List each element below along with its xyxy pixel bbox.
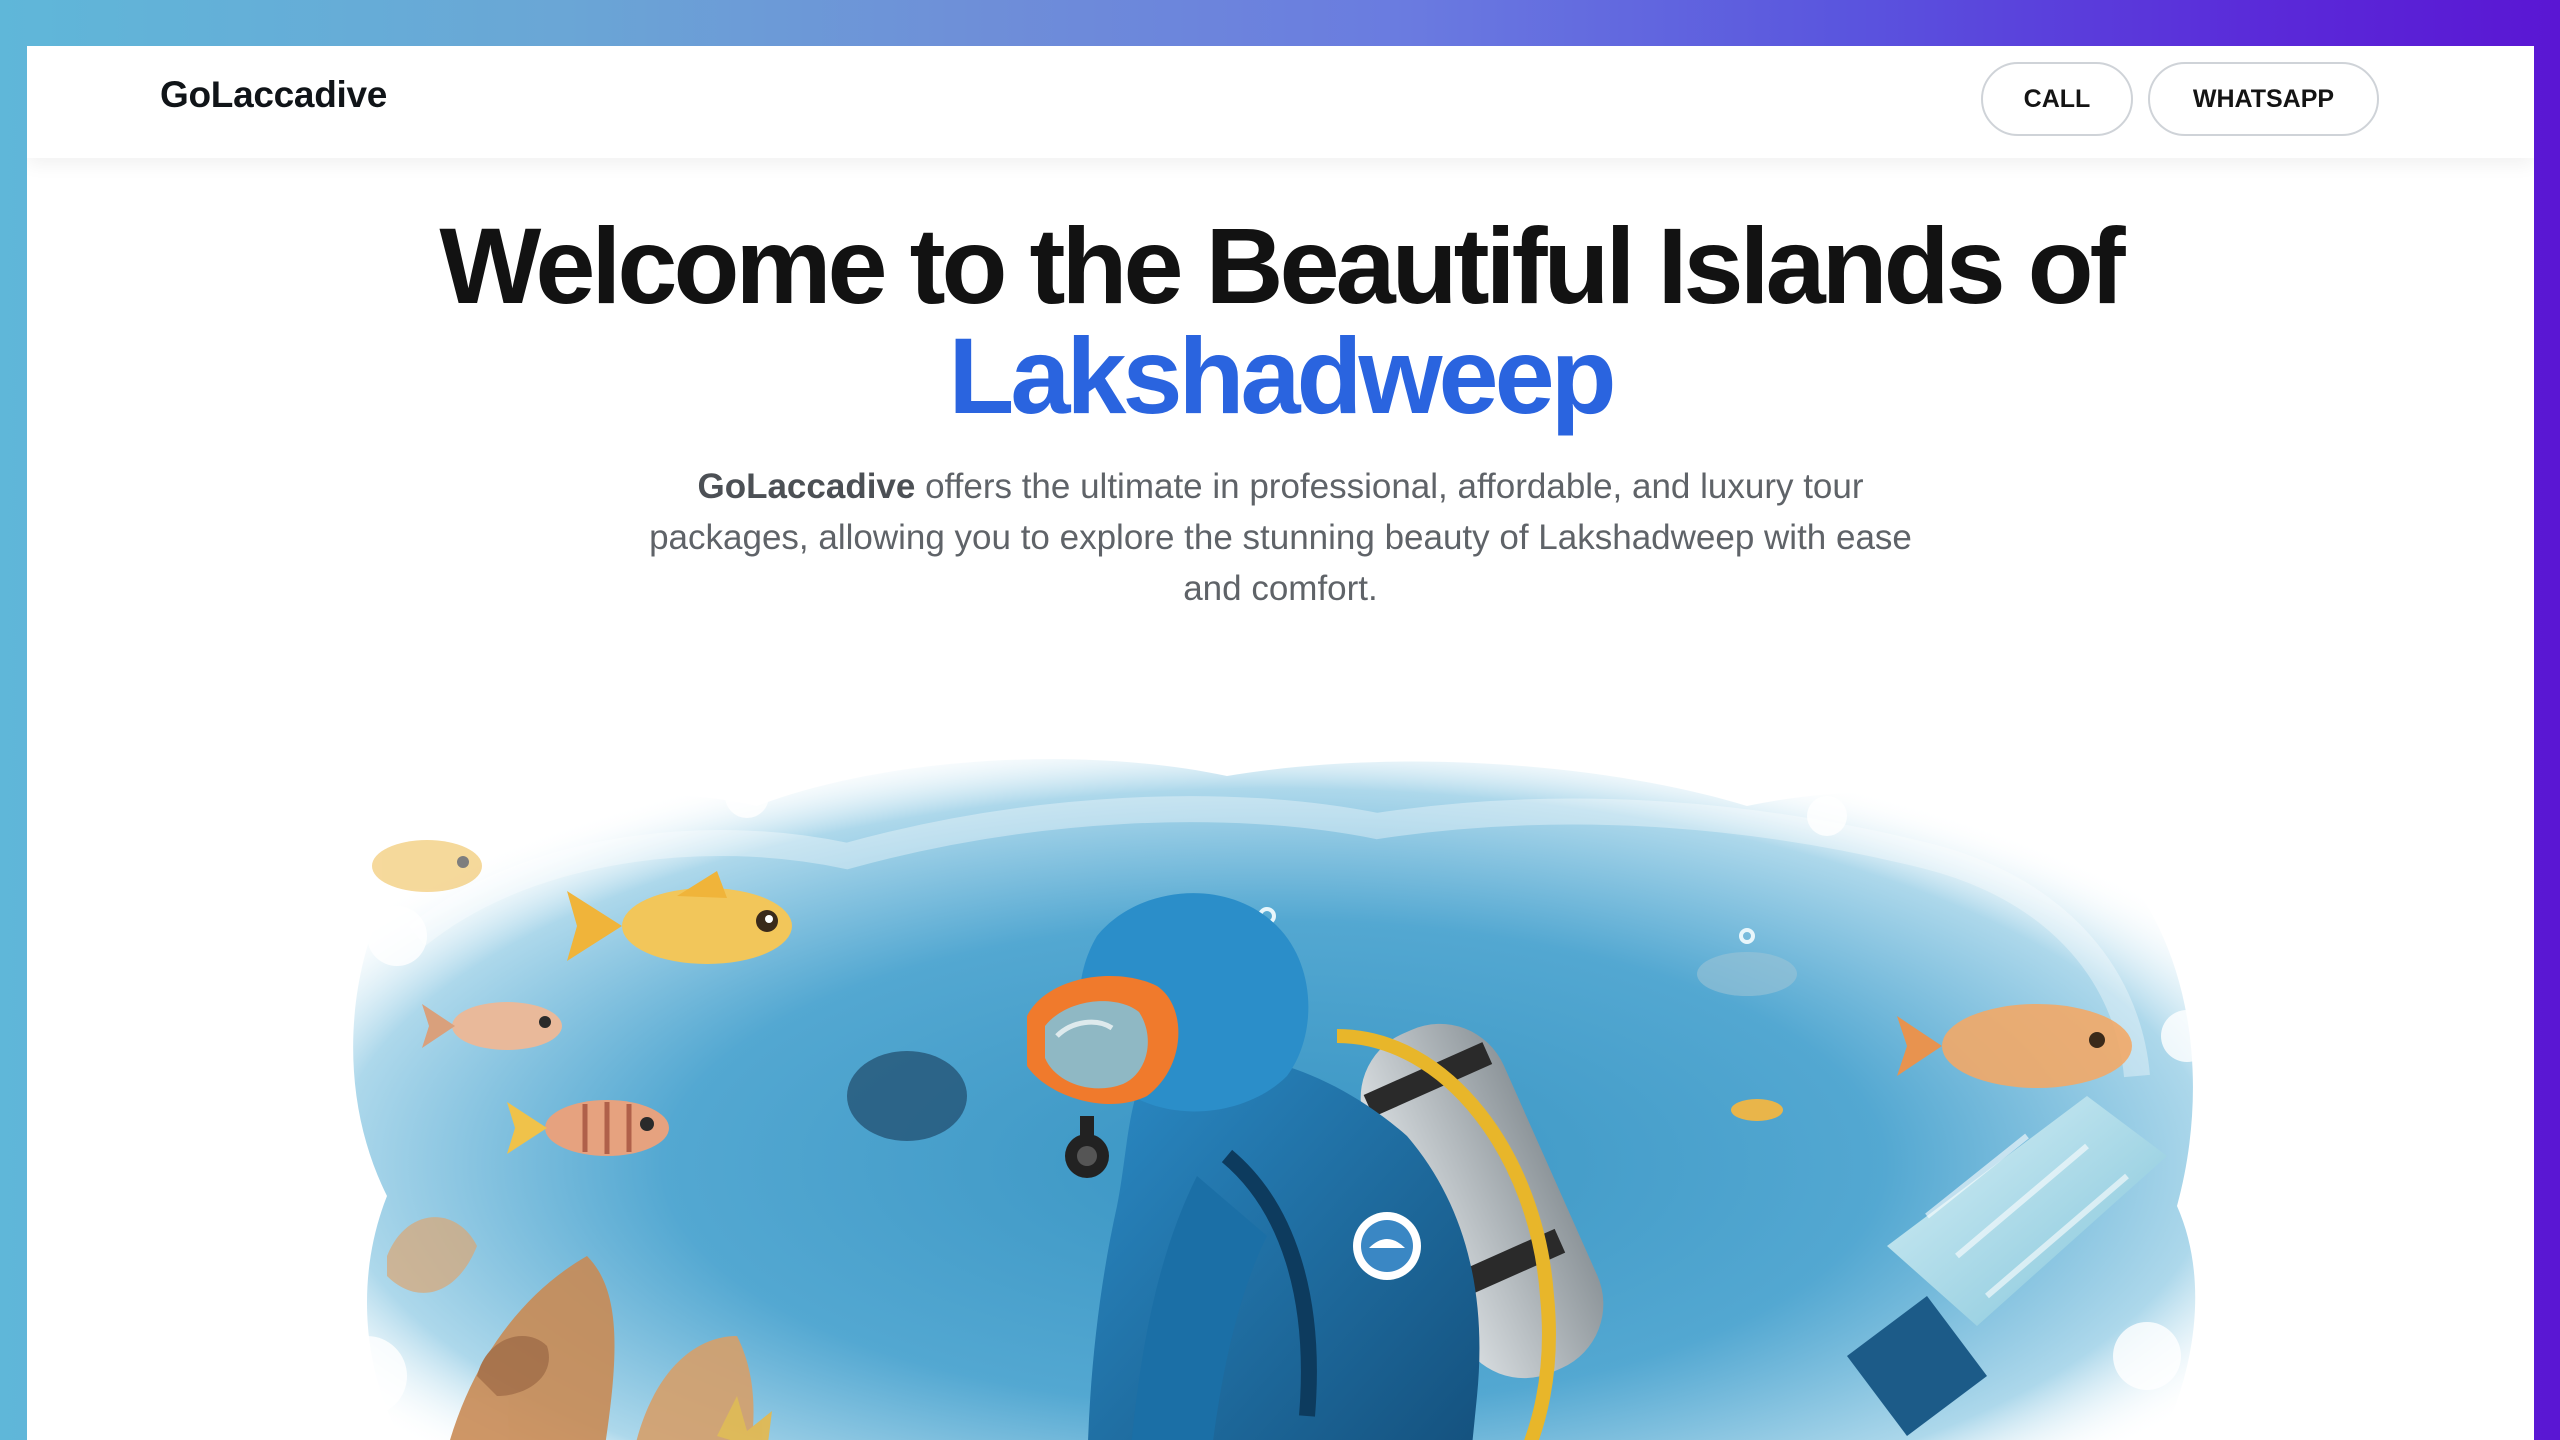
hero-description-text-2: packages, allowing you to explore the st… xyxy=(649,518,1912,557)
hero-description-text-3: and comfort. xyxy=(1183,569,1378,608)
hero-description-text-1: offers the ultimate in professional, aff… xyxy=(915,467,1864,506)
hero-title-highlight: Lakshadweep xyxy=(948,315,1616,436)
scuba-diver-illustration xyxy=(327,759,2213,1440)
hero-title-line-1: Welcome to the Beautiful Islands of xyxy=(439,205,2125,326)
call-button[interactable]: CALL xyxy=(1981,62,2133,136)
hero-description: GoLaccadive offers the ultimate in profe… xyxy=(567,461,1994,614)
hero-description-brand: GoLaccadive xyxy=(697,467,916,506)
whatsapp-button[interactable]: WHATSAPP xyxy=(2148,62,2379,136)
brand-logo-text[interactable]: GoLaccadive xyxy=(160,74,387,116)
hero-title: Welcome to the Beautiful Islands of Laks… xyxy=(27,211,2534,431)
top-navbar: GoLaccadive CALL WHATSAPP xyxy=(27,46,2534,158)
page-frame: GoLaccadive CALL WHATSAPP Welcome to the… xyxy=(27,46,2534,1440)
